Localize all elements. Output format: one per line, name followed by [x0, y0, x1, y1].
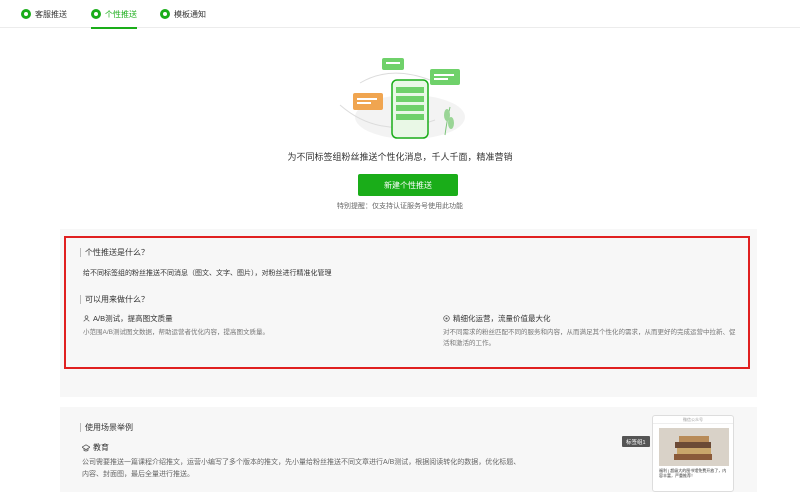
tab-icon — [160, 9, 170, 19]
books-image — [659, 428, 729, 466]
new-personal-push-button[interactable]: 新建个性推送 — [358, 174, 458, 196]
feature-fine-operation: 精细化运营，流量价值最大化 — [443, 313, 551, 324]
target-icon — [443, 315, 450, 322]
user-icon — [83, 315, 90, 322]
article-caption: 福利 | 超级大的图书馆免费开放了，内容丰富，严重推荐！ — [659, 468, 727, 478]
example-category: 教育 — [82, 442, 109, 453]
tag-group-label: 标签组1 — [622, 436, 650, 447]
category-label: 教育 — [93, 443, 109, 452]
tab-personal-push[interactable]: 个性推送 — [91, 0, 137, 29]
tab-icon — [21, 9, 31, 19]
example-heading: 使用场景举例 — [80, 423, 133, 432]
tab-template-notice[interactable]: 模板通知 — [160, 0, 206, 28]
feature-ab-test: A/B测试，提高图文质量 — [83, 313, 173, 324]
what-heading: 个性推送是什么？ — [80, 248, 149, 257]
article-cover-image — [659, 428, 729, 466]
feature-title: A/B测试，提高图文质量 — [93, 314, 173, 323]
example-description: 公司需要推送一篇课程介绍推文，运营小编写了多个版本的推文，先小量给粉丝推送不同文… — [82, 459, 521, 478]
tab-label: 个性推送 — [105, 9, 137, 19]
use-heading: 可以用来做什么？ — [80, 295, 149, 304]
tab-label: 模板通知 — [174, 9, 206, 19]
phone-illustration — [339, 58, 465, 139]
what-description: 给不同标签组的粉丝推送不同消息（图文、文字、图片），对粉丝进行精准化管理 — [83, 270, 332, 277]
feature-description: 对不同需求的粉丝匹配不同的服务和内容，从而满足其个性化的需求，从而更好的完成运营… — [443, 329, 736, 347]
tab-icon — [91, 9, 101, 19]
mockup-header: 微信公众号 — [653, 416, 733, 424]
tab-label: 客服推送 — [35, 9, 67, 19]
feature-description: 小范围A/B测试图文数据，帮助运营者优化内容，提高图文质量。 — [83, 329, 269, 336]
article-preview-mockup: 微信公众号 福利 | 超级大的图书馆免费开放了，内容丰富，严重推荐！ — [652, 415, 734, 492]
reminder-note: 特别提醒：仅支持认证服务号使用此功能 — [337, 203, 463, 210]
info-panel: 个性推送是什么？ 给不同标签组的粉丝推送不同消息（图文、文字、图片），对粉丝进行… — [64, 236, 750, 369]
page-title: 为不同标签组粉丝推送个性化消息，千人千面，精准营销 — [287, 152, 513, 162]
tab-bar: 客服推送 个性推送 模板通知 — [0, 0, 800, 29]
tab-customer-push[interactable]: 客服推送 — [21, 0, 67, 28]
feature-title: 精细化运营，流量价值最大化 — [453, 314, 551, 323]
graduation-cap-icon — [82, 443, 90, 451]
